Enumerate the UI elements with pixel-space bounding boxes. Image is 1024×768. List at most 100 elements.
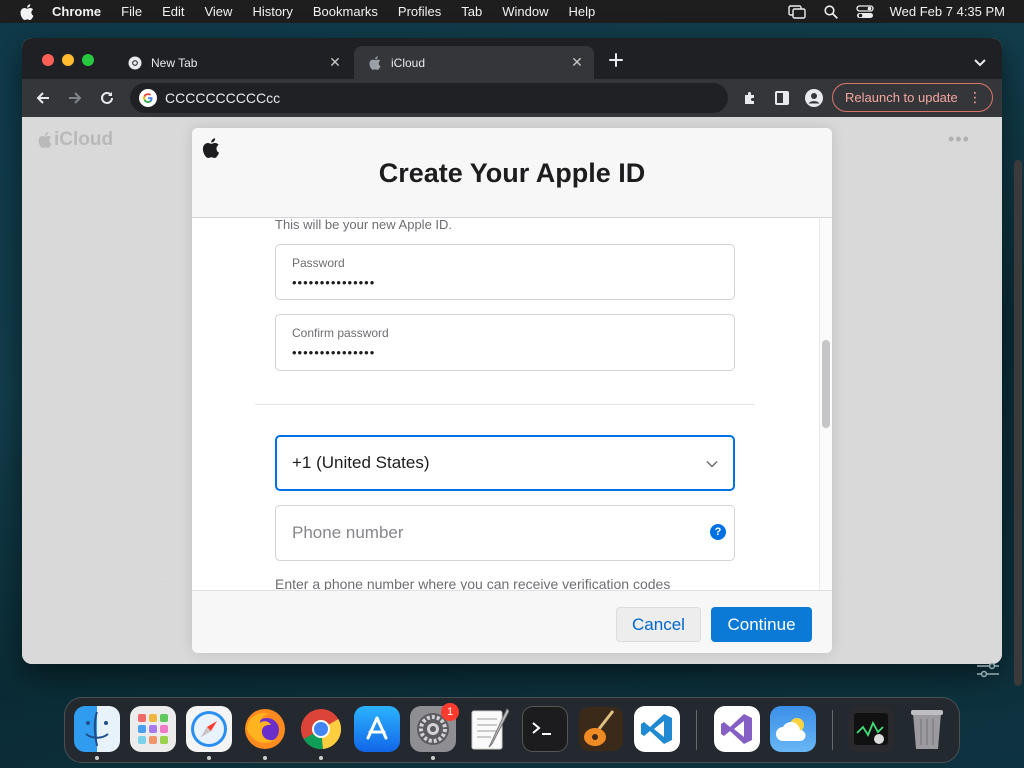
new-tab-plus-icon[interactable]: [608, 52, 624, 68]
forward-arrow-icon[interactable]: [65, 88, 85, 108]
screen-edge-scrollbar: [1014, 160, 1022, 686]
tab-title: New Tab: [151, 55, 198, 70]
control-center-icon[interactable]: [855, 4, 874, 19]
browser-toolbar: CCCCCCCCCCcc Relaunch to update ⋮: [22, 79, 1002, 117]
menu-history[interactable]: History: [252, 4, 292, 19]
tab-search-chevron-down-icon[interactable]: [973, 55, 987, 67]
garageband-icon[interactable]: [578, 706, 624, 752]
confirm-password-value: •••••••••••••••: [292, 345, 376, 360]
apple-menu-icon[interactable]: [20, 3, 34, 20]
password-field[interactable]: Password •••••••••••••••: [275, 244, 735, 300]
spotlight-search-icon[interactable]: [822, 4, 840, 19]
menu-edit[interactable]: Edit: [162, 4, 184, 19]
background-faint-text: ···: [832, 575, 843, 587]
page-more-options-icon[interactable]: •••: [948, 129, 970, 150]
textedit-icon[interactable]: [466, 706, 512, 752]
visual-studio-icon[interactable]: [714, 706, 760, 752]
menu-view[interactable]: View: [204, 4, 232, 19]
relaunch-label: Relaunch to update: [845, 90, 958, 105]
dialog-footer: Cancel Continue: [192, 590, 832, 653]
dialog-header: Create Your Apple ID: [192, 128, 832, 218]
activity-monitor-icon[interactable]: [848, 706, 894, 752]
menu-bar: Chrome File Edit View History Bookmarks …: [0, 0, 1024, 23]
menu-file[interactable]: File: [121, 4, 142, 19]
phone-number-placeholder: Phone number: [292, 523, 404, 542]
confirm-password-field[interactable]: Confirm password •••••••••••••••: [275, 314, 735, 371]
menu-help[interactable]: Help: [569, 4, 596, 19]
help-question-icon[interactable]: ?: [710, 524, 726, 540]
running-indicator: [431, 756, 435, 760]
country-code-value: +1 (United States): [292, 453, 430, 472]
cancel-button[interactable]: Cancel: [616, 607, 701, 642]
dock-separator: [832, 710, 833, 750]
running-indicator: [207, 756, 211, 760]
profile-avatar-icon[interactable]: [804, 88, 824, 108]
country-code-select[interactable]: +1 (United States): [275, 435, 735, 491]
tab-title: iCloud: [391, 55, 426, 70]
continue-button[interactable]: Continue: [711, 607, 812, 642]
back-arrow-icon[interactable]: [33, 88, 53, 108]
google-icon: [139, 89, 157, 107]
phone-number-input[interactable]: Phone number ?: [275, 505, 735, 561]
finder-icon[interactable]: [74, 706, 120, 752]
chrome-icon: [128, 56, 142, 70]
trash-icon[interactable]: [904, 706, 950, 752]
section-divider: [255, 404, 755, 405]
tab-close-icon[interactable]: ✕: [328, 54, 342, 70]
chrome-app-icon[interactable]: [298, 706, 344, 752]
side-panel-icon[interactable]: [772, 88, 792, 108]
menu-app-name[interactable]: Chrome: [52, 4, 101, 19]
tab-close-icon[interactable]: ✕: [570, 54, 584, 70]
launchpad-icon[interactable]: [130, 706, 176, 752]
weather-icon[interactable]: [770, 706, 816, 752]
phone-hint-text: Enter a phone number where you can recei…: [275, 576, 671, 590]
chrome-window: New Tab ✕ iCloud ✕ CCCCCCCCCCcc Relaunch…: [22, 38, 1002, 664]
window-zoom-button[interactable]: [82, 54, 94, 66]
tab-strip: New Tab ✕ iCloud ✕: [22, 38, 1002, 79]
running-indicator: [263, 756, 267, 760]
window-minimize-button[interactable]: [62, 54, 74, 66]
terminal-icon[interactable]: [522, 706, 568, 752]
apple-icon: [368, 55, 382, 70]
window-close-button[interactable]: [42, 54, 54, 66]
address-bar[interactable]: CCCCCCCCCCcc: [130, 83, 728, 113]
menu-tab[interactable]: Tab: [461, 4, 482, 19]
chevron-down-icon: [705, 456, 719, 470]
dialog-scroll-body[interactable]: This will be your new Apple ID. Password…: [192, 219, 832, 590]
password-label: Password: [292, 256, 345, 270]
new-apple-id-hint: This will be your new Apple ID.: [275, 219, 453, 232]
app-store-icon[interactable]: [354, 706, 400, 752]
system-settings-badge: 1: [441, 703, 459, 721]
menu-profiles[interactable]: Profiles: [398, 4, 441, 19]
reload-icon[interactable]: [97, 88, 117, 108]
menu-window[interactable]: Window: [502, 4, 548, 19]
dock-separator: [696, 710, 697, 750]
icloud-logo-text: iCloud: [54, 129, 114, 150]
tab-new-tab[interactable]: New Tab ✕: [114, 46, 352, 79]
dialog-scrollbar-thumb[interactable]: [822, 340, 830, 428]
chrome-menu-kebab-icon[interactable]: ⋮: [968, 90, 982, 104]
dock: 1: [64, 697, 960, 763]
running-indicator: [95, 756, 99, 760]
extensions-puzzle-icon[interactable]: [740, 88, 760, 108]
apple-logo-icon: [202, 138, 220, 158]
safari-icon[interactable]: [186, 706, 232, 752]
relaunch-to-update-button[interactable]: Relaunch to update ⋮: [832, 83, 993, 112]
menubar-clock[interactable]: Wed Feb 7 4:35 PM: [890, 4, 1005, 19]
screen-mirroring-icon[interactable]: [787, 4, 806, 19]
menu-bookmarks[interactable]: Bookmarks: [313, 4, 378, 19]
tab-icloud[interactable]: iCloud ✕: [354, 46, 594, 79]
icloud-logo[interactable]: iCloud: [38, 129, 113, 151]
menubar-status-area: Wed Feb 7 4:35 PM: [787, 0, 1024, 23]
create-apple-id-dialog: Create Your Apple ID This will be your n…: [192, 128, 832, 653]
password-value: •••••••••••••••: [292, 275, 376, 290]
background-faint-text: ···: [160, 575, 171, 587]
sliders-icon: [976, 662, 1000, 678]
address-text: CCCCCCCCCCcc: [165, 90, 281, 106]
firefox-icon[interactable]: [242, 706, 288, 752]
vscode-icon[interactable]: [634, 706, 680, 752]
dialog-scrollbar[interactable]: [819, 219, 832, 590]
confirm-password-label: Confirm password: [292, 326, 389, 340]
dialog-title: Create Your Apple ID: [378, 158, 646, 188]
icloud-page: iCloud ••• ··· ··· Create Your Apple ID …: [22, 117, 1002, 664]
